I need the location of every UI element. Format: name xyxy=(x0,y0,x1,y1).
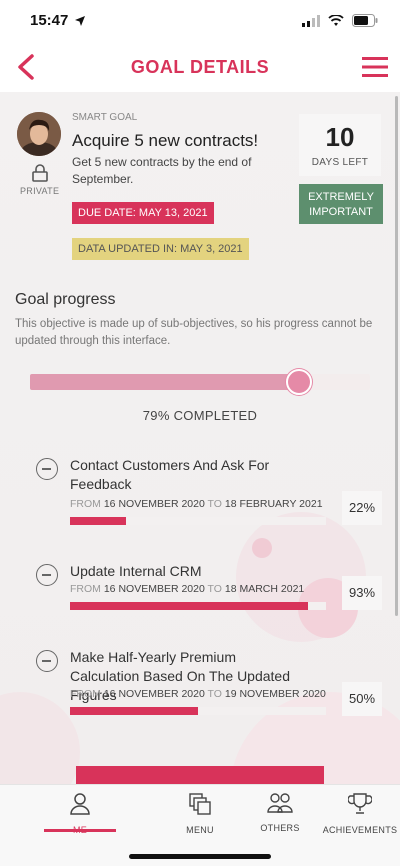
menu-cards-icon xyxy=(189,793,211,815)
sub-objective-progress-fill xyxy=(70,517,127,525)
goal-progress-label: 79% COMPLETED xyxy=(142,408,258,423)
hamburger-icon xyxy=(362,57,388,77)
sub-objective-progress-fill xyxy=(70,602,309,610)
goal-title: Acquire 5 new contracts! xyxy=(72,131,259,150)
hamburger-menu-button[interactable] xyxy=(362,54,388,80)
sub-objective-dates: FROM 16 NOVEMBER 2020 TO 19 NOVEMBER 202… xyxy=(70,688,326,700)
bottom-action-button[interactable] xyxy=(76,766,324,784)
sub-objective-percent: 22% xyxy=(342,491,382,525)
sub-objective-progress-bar xyxy=(70,602,326,610)
status-bar: 15:47 xyxy=(0,0,400,42)
sub-objective-progress-bar xyxy=(70,707,326,715)
person-icon xyxy=(70,793,90,815)
days-left-box: 10 DAYS LEFT xyxy=(299,114,381,176)
sub-objective-percent: 50% xyxy=(342,682,382,716)
sub-objective-progress-bar xyxy=(70,517,326,525)
goal-progress-fill xyxy=(30,374,299,390)
sub-objective-dates: FROM 16 NOVEMBER 2020 TO 18 FEBRUARY 202… xyxy=(70,498,323,510)
cellular-signal-icon xyxy=(302,14,320,27)
user-photo xyxy=(17,112,61,156)
battery-icon xyxy=(352,14,378,27)
wifi-icon xyxy=(328,14,344,26)
scrollbar[interactable] xyxy=(395,96,398,616)
tab-menu[interactable]: MENU xyxy=(160,793,240,835)
goal-description: Get 5 new contracts by the end of Septem… xyxy=(72,155,252,186)
trophy-icon xyxy=(347,793,373,814)
home-indicator xyxy=(129,854,271,859)
collapse-toggle-icon[interactable] xyxy=(36,564,58,586)
goal-progress-thumb[interactable] xyxy=(285,369,312,395)
tab-label: ACHIEVEMENTS xyxy=(322,825,398,835)
sub-objective-title: Contact Customers And Ask For Feedback xyxy=(70,457,270,492)
location-arrow-icon xyxy=(75,16,85,26)
avatar[interactable] xyxy=(17,112,61,156)
background-bubble xyxy=(252,538,272,558)
due-date-badge: DUE DATE: MAY 13, 2021 xyxy=(72,202,214,224)
active-tab-indicator xyxy=(44,829,116,832)
lock-icon xyxy=(32,164,48,182)
goal-progress-slider[interactable] xyxy=(30,369,370,395)
days-left-label: DAYS LEFT xyxy=(311,157,369,168)
sub-objective-item: Update Internal CRM FROM 16 NOVEMBER 202… xyxy=(36,562,386,616)
goal-type-label: SMART GOAL xyxy=(72,112,138,123)
goal-progress-heading: Goal progress xyxy=(15,291,116,308)
sub-objective-percent: 93% xyxy=(342,576,382,610)
sub-objective-item: Make Half-Yearly Premium Calculation Bas… xyxy=(36,648,386,722)
data-updated-badge: DATA UPDATED IN: MAY 3, 2021 xyxy=(72,238,249,260)
tab-label: MENU xyxy=(186,825,214,835)
goal-details-content: PRIVATE SMART GOAL Acquire 5 new contrac… xyxy=(0,92,400,784)
days-left-value: 10 xyxy=(325,122,355,152)
status-time: 15:47 xyxy=(30,12,69,29)
sub-objective-dates: FROM 16 NOVEMBER 2020 TO 18 MARCH 2021 xyxy=(70,583,305,595)
goal-progress-note: This objective is made up of sub-objecti… xyxy=(15,318,373,347)
sub-objective-item: Contact Customers And Ask For Feedback F… xyxy=(36,456,386,530)
tab-achievements[interactable]: ACHIEVEMENTS xyxy=(320,793,400,835)
goal-summary-card: PRIVATE SMART GOAL Acquire 5 new contrac… xyxy=(0,96,393,264)
collapse-toggle-icon[interactable] xyxy=(36,458,58,480)
priority-badge: EXTREMELY IMPORTANT xyxy=(299,184,383,224)
tab-label: OTHERS xyxy=(260,823,300,833)
tab-others[interactable]: OTHERS xyxy=(240,793,320,833)
app-header: GOAL DETAILS xyxy=(0,42,400,92)
people-icon xyxy=(267,793,293,813)
sub-objective-title: Update Internal CRM xyxy=(70,563,202,579)
collapse-toggle-icon[interactable] xyxy=(36,650,58,672)
sub-objective-progress-fill xyxy=(70,707,198,715)
privacy-label: PRIVATE xyxy=(20,186,60,196)
page-title: GOAL DETAILS xyxy=(130,57,270,77)
